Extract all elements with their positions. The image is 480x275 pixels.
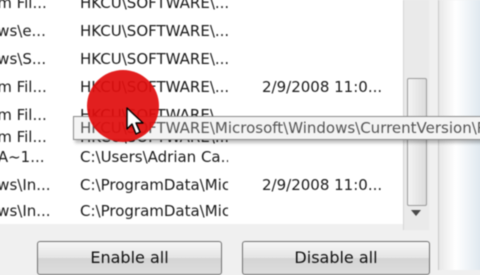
item-location: HKCU\SOFTWARE\... bbox=[80, 22, 228, 40]
item-name: RA~1... bbox=[0, 148, 45, 166]
item-name: ows\In... bbox=[0, 176, 51, 194]
item-location: HKCU\SOFTWARE\... bbox=[80, 0, 228, 12]
list-item[interactable]: RA~1... C:\Users\Adrian Ca... bbox=[0, 144, 403, 172]
item-modified: 2/9/2008 11:0... bbox=[262, 78, 383, 96]
item-name: am Fil... bbox=[0, 78, 47, 96]
item-location: C:\ProgramData\Mic... bbox=[80, 176, 228, 194]
list-item[interactable]: ows\S... HKCU\SOFTWARE\... bbox=[0, 46, 403, 74]
item-name: ows\In... bbox=[0, 202, 51, 220]
list-item[interactable]: ows\In... C:\ProgramData\Mic... 2/9/2008… bbox=[0, 172, 403, 200]
vertical-scrollbar[interactable] bbox=[403, 0, 429, 230]
scrollbar-thumb[interactable] bbox=[407, 78, 427, 206]
item-name: am Fil... bbox=[0, 106, 47, 124]
item-location: HKCU\SOFTWARE\... bbox=[80, 50, 228, 68]
item-name: am Fil... bbox=[0, 0, 47, 12]
item-location: C:\ProgramData\Mic... bbox=[80, 202, 228, 220]
list-item[interactable]: ows\e... HKCU\SOFTWARE\... bbox=[0, 18, 403, 46]
item-name: ows\S... bbox=[0, 50, 47, 68]
item-modified: 2/9/2008 11:0... bbox=[262, 176, 383, 194]
item-name: ows\e... bbox=[0, 22, 46, 40]
scroll-down-arrow-icon[interactable] bbox=[411, 210, 421, 216]
startup-items-list[interactable]: am Fil... HKCU\SOFTWARE\... ows\e... HKC… bbox=[0, 0, 403, 224]
item-location: C:\Users\Adrian Ca... bbox=[80, 148, 228, 166]
list-item[interactable]: am Fil... HKCU\SOFTWARE\... bbox=[0, 0, 403, 18]
cursor-highlight bbox=[87, 70, 159, 142]
list-item[interactable]: ows\In... C:\ProgramData\Mic... bbox=[0, 198, 403, 224]
mouse-pointer-icon bbox=[126, 107, 144, 135]
list-item[interactable]: am Fil... HKCU\SOFTWARE\... 2/9/2008 11:… bbox=[0, 74, 403, 102]
